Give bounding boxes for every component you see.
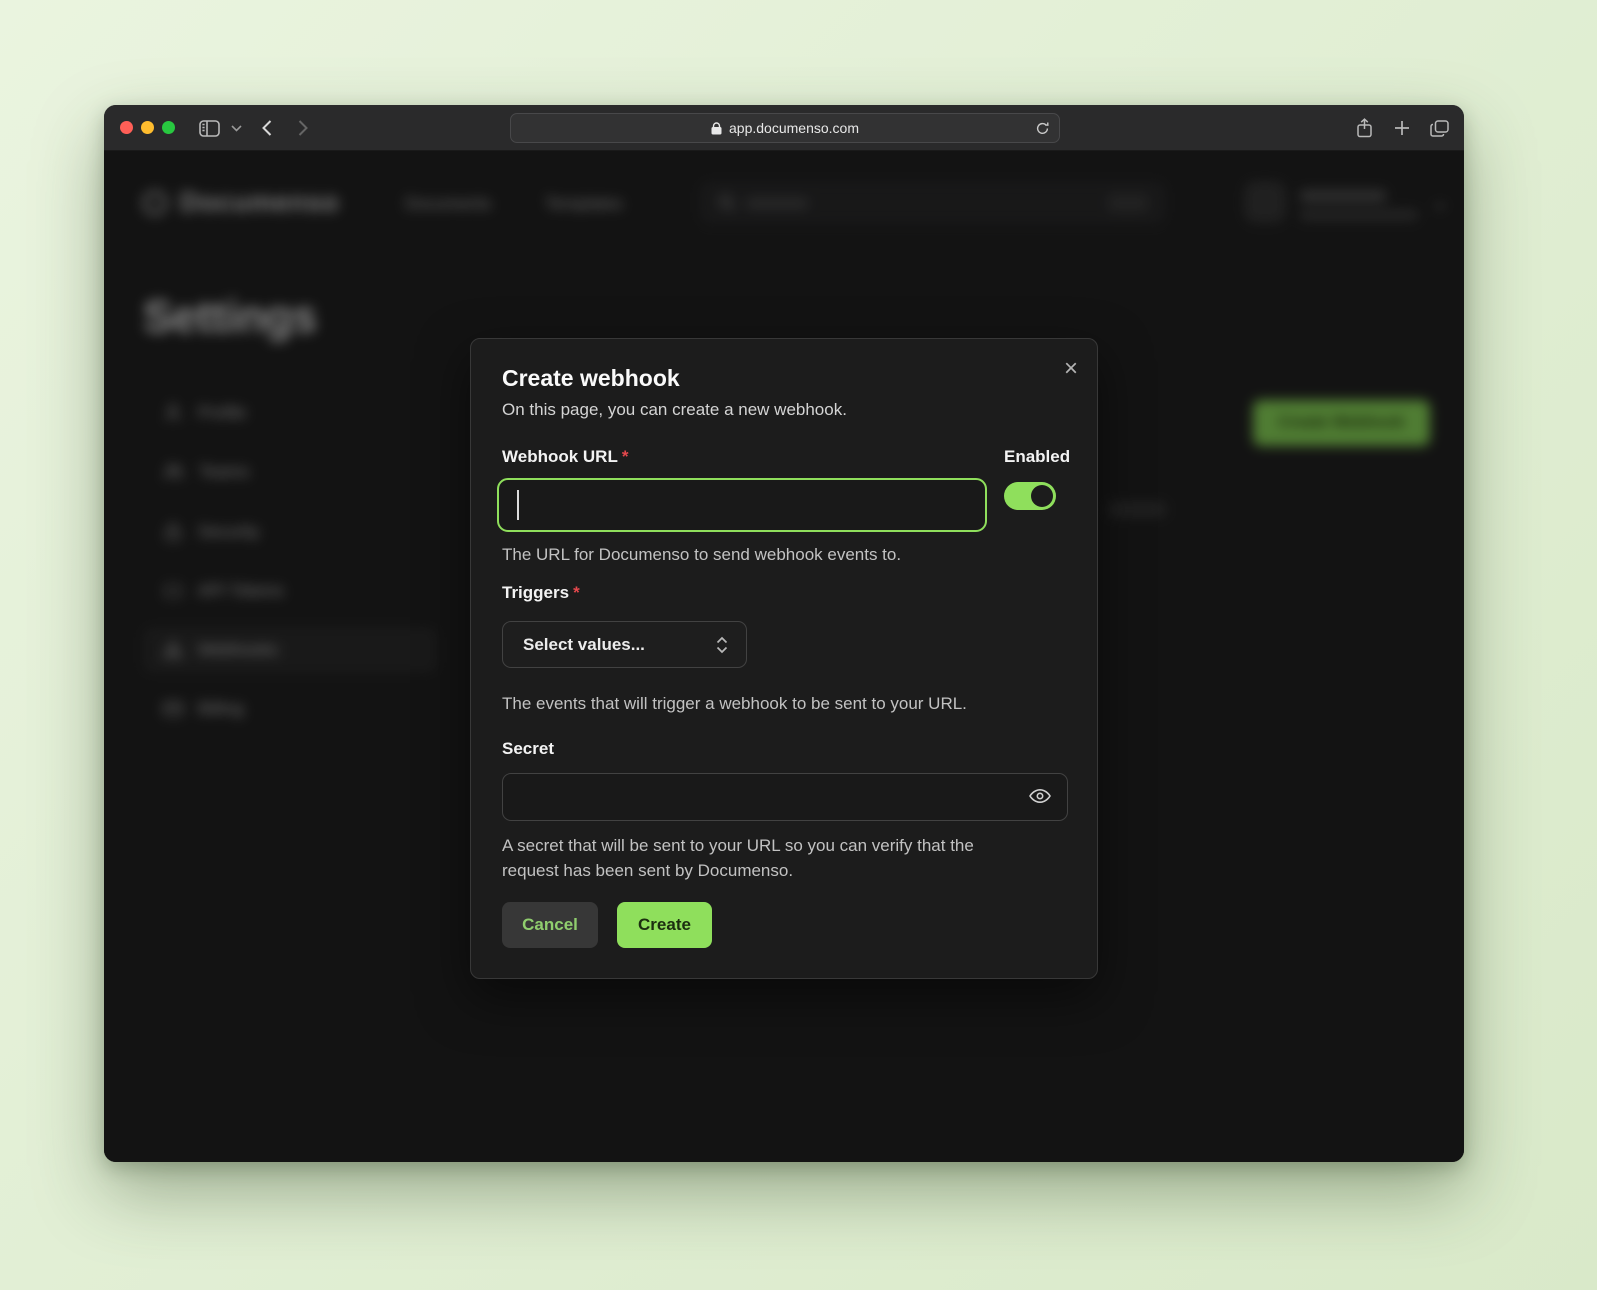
webhook-url-input[interactable] (497, 478, 987, 532)
dialog-title: Create webhook (502, 365, 680, 392)
chevron-up-down-icon (716, 636, 728, 654)
sidebar-toggle-icon[interactable] (196, 105, 222, 151)
chevron-down-icon[interactable] (228, 105, 244, 151)
zoom-window-button[interactable] (162, 121, 175, 134)
enabled-label: Enabled (1004, 447, 1070, 467)
secret-label: Secret (502, 739, 554, 759)
required-marker: * (573, 583, 580, 602)
create-button[interactable]: Create (617, 902, 712, 948)
dialog-description: On this page, you can create a new webho… (502, 400, 847, 420)
address-text: app.documenso.com (729, 120, 859, 136)
text-caret (517, 490, 519, 520)
forward-icon[interactable] (292, 105, 314, 151)
browser-window: app.documenso.com Documenso (104, 105, 1464, 1162)
close-window-button[interactable] (120, 121, 133, 134)
new-tab-icon[interactable] (1390, 105, 1414, 151)
triggers-label: Triggers* (502, 583, 580, 603)
secret-input[interactable] (502, 773, 1068, 821)
minimize-window-button[interactable] (141, 121, 154, 134)
lock-icon (711, 122, 722, 135)
tab-overview-icon[interactable] (1426, 105, 1452, 151)
toggle-knob (1031, 485, 1053, 507)
required-marker: * (622, 447, 629, 466)
share-icon[interactable] (1352, 105, 1376, 151)
create-webhook-dialog: Create webhook × On this page, you can c… (470, 338, 1098, 979)
cancel-button[interactable]: Cancel (502, 902, 598, 948)
secret-helper: A secret that will be sent to your URL s… (502, 833, 1027, 883)
browser-toolbar: app.documenso.com (104, 105, 1464, 151)
enabled-toggle[interactable] (1004, 482, 1056, 510)
reload-icon[interactable] (1035, 121, 1050, 139)
triggers-helper: The events that will trigger a webhook t… (502, 691, 967, 716)
eye-icon[interactable] (1025, 785, 1055, 809)
triggers-select[interactable]: Select values... (502, 621, 747, 668)
webhook-url-helper: The URL for Documenso to send webhook ev… (502, 542, 901, 567)
triggers-select-placeholder: Select values... (523, 635, 716, 655)
back-icon[interactable] (256, 105, 278, 151)
address-bar[interactable]: app.documenso.com (510, 113, 1060, 143)
webhook-url-label: Webhook URL* (502, 447, 628, 467)
close-icon[interactable]: × (1057, 355, 1085, 383)
